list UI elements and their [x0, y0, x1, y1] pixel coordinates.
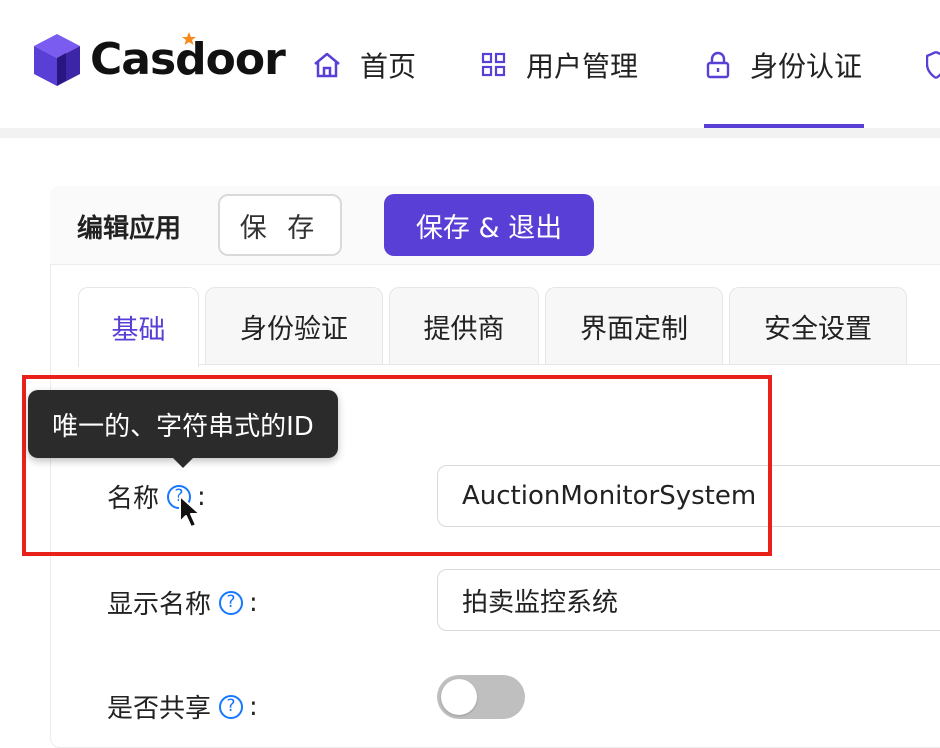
tab-authentication[interactable]: 身份验证: [205, 287, 383, 365]
is-shared-colon: :: [249, 691, 258, 722]
cube-logo-icon: [34, 34, 80, 86]
display-name-input[interactable]: 拍卖监控系统: [437, 569, 940, 631]
nav-label-home: 首页: [360, 50, 417, 83]
tab-providers[interactable]: 提供商: [389, 287, 539, 365]
tab-security-settings[interactable]: 安全设置: [729, 287, 907, 365]
toggle-knob: [441, 679, 477, 715]
display-name-label: 显示名称: [107, 590, 212, 620]
is-shared-help-icon[interactable]: ?: [219, 694, 244, 719]
top-navigation: Casdoor 首页 用户管理 身份认证: [0, 0, 940, 128]
lock-icon: [706, 51, 730, 79]
grid-icon: [481, 52, 506, 77]
save-button[interactable]: 保 存: [218, 194, 342, 256]
mouse-pointer-icon: [179, 495, 201, 528]
nav-item-authentication[interactable]: 身份认证: [704, 40, 862, 90]
display-name-colon: :: [249, 587, 258, 618]
home-icon: [314, 52, 340, 78]
display-name-label-row: 显示名称 ? :: [107, 584, 258, 621]
is-shared-label: 是否共享: [107, 694, 212, 724]
page-title: 编辑应用: [77, 214, 182, 244]
casdoor-logo[interactable]: Casdoor: [32, 32, 286, 88]
tab-basic[interactable]: 基础: [78, 287, 199, 367]
tabs-divider: [198, 364, 940, 365]
nav-divider: [0, 128, 940, 138]
tab-ui-customization[interactable]: 界面定制: [545, 287, 723, 365]
tooltip-arrow: [171, 456, 195, 468]
tooltip: 唯一的、字符串式的ID: [28, 390, 338, 458]
nav-item-user-management[interactable]: 用户管理: [480, 40, 638, 90]
nav-label-user-management: 用户管理: [526, 50, 639, 83]
is-shared-label-row: 是否共享 ? :: [107, 688, 258, 725]
shield-icon[interactable]: [926, 50, 940, 80]
display-name-help-icon[interactable]: ?: [219, 590, 244, 615]
is-shared-toggle[interactable]: [437, 675, 525, 719]
nav-label-authentication: 身份认证: [750, 50, 863, 83]
star-icon: [182, 32, 196, 45]
save-and-exit-button[interactable]: 保存 & 退出: [384, 194, 594, 256]
nav-item-home[interactable]: 首页: [312, 40, 416, 90]
